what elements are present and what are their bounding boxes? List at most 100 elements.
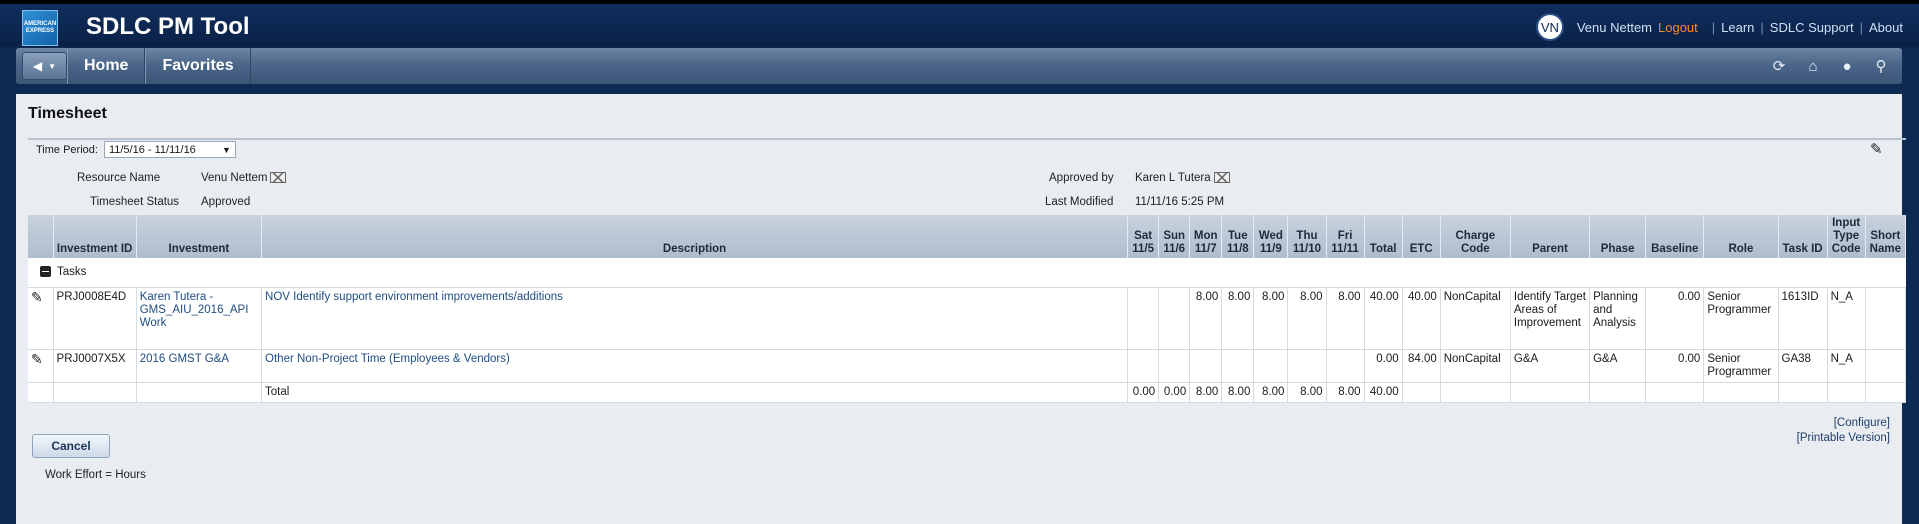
col-thu: Thu 11/10 xyxy=(1287,215,1327,258)
col-etc[interactable]: ETC xyxy=(1402,215,1441,258)
col-wed: Wed 11/9 xyxy=(1253,215,1289,258)
nav-favorites[interactable]: Favorites xyxy=(145,48,251,84)
input-type-code-cell: N_A xyxy=(1827,349,1866,383)
role-cell: Senior Programmer xyxy=(1703,287,1779,350)
back-button[interactable]: ◀ ▼ xyxy=(22,52,67,80)
investment-link[interactable]: Karen Tutera - GMS_AIU_2016_API Work xyxy=(136,287,263,350)
wed-cell: 8.00 xyxy=(1253,287,1289,350)
tasks-group-label: Tasks xyxy=(57,265,87,278)
tasks-group-cell: Tasks xyxy=(28,258,1906,288)
col-charge-code[interactable]: Charge Code xyxy=(1440,215,1511,258)
totals-empty-cell xyxy=(1402,382,1441,403)
col-description[interactable]: Description xyxy=(261,215,1129,258)
link-separator: | xyxy=(1760,19,1764,35)
col-input-type-code[interactable]: Input Type Code xyxy=(1827,215,1866,258)
sdlc-support-link[interactable]: SDLC Support xyxy=(1770,20,1854,35)
mail-icon[interactable] xyxy=(1213,172,1230,184)
timesheet-status-label: Timesheet Status xyxy=(90,196,180,208)
link-separator: | xyxy=(1859,19,1864,35)
description-link[interactable]: NOV Identify support environment improve… xyxy=(261,287,1129,350)
table-row: ✎ PRJ0007X5X 2016 GMST G&A Other Non-Pro… xyxy=(28,349,1907,383)
col-short-name[interactable]: Short Name xyxy=(1865,215,1907,258)
total-cell: 40.00 xyxy=(1364,287,1403,350)
edit-row-icon[interactable]: ✎ xyxy=(31,289,43,305)
resource-name-label: Resource Name xyxy=(77,172,161,184)
col-investment[interactable]: Investment xyxy=(136,215,263,258)
col-mon: Mon 11/7 xyxy=(1189,215,1223,258)
totals-empty-cell xyxy=(28,382,54,403)
nav-bar-inner: ◀ ▼ Home Favorites ⟳ ⌂ ● ⚲ xyxy=(16,48,1902,84)
col-edit xyxy=(28,215,54,258)
sun-cell xyxy=(1158,287,1191,350)
about-link[interactable]: About xyxy=(1869,20,1903,35)
mail-icon[interactable] xyxy=(270,172,287,184)
mon-cell: 8.00 xyxy=(1189,287,1223,350)
timesheet-table: Investment ID Investment Description Sat… xyxy=(28,215,1907,403)
totals-empty-cell xyxy=(1510,382,1591,403)
collapse-icon[interactable] xyxy=(40,266,51,278)
task-id-cell: 1613ID xyxy=(1778,287,1828,350)
col-sat: Sat 11/5 xyxy=(1127,215,1160,258)
nav-home[interactable]: Home xyxy=(67,48,146,84)
user-avatar[interactable]: VN xyxy=(1535,13,1564,41)
top-header: AMERICAN EXPRESS SDLC PM Tool VN Venu Ne… xyxy=(0,0,1919,47)
work-effort-note: Work Effort = Hours xyxy=(45,469,146,481)
sun-cell xyxy=(1158,349,1191,383)
home-icon[interactable]: ⌂ xyxy=(1802,55,1824,77)
investment-link[interactable]: 2016 GMST G&A xyxy=(136,349,263,383)
approved-by-label: Approved by xyxy=(1049,172,1114,184)
time-period-select[interactable]: 11/5/16 - 11/11/16 ▼ xyxy=(103,141,236,158)
col-task-id[interactable]: Task ID xyxy=(1778,215,1828,258)
investment-id-cell: PRJ0007X5X xyxy=(53,349,137,383)
chevron-down-icon[interactable]: ▼ xyxy=(48,62,56,71)
totals-empty-cell xyxy=(1865,382,1907,403)
row-edit-cell: ✎ xyxy=(28,287,54,350)
sat-cell xyxy=(1127,349,1160,383)
col-phase[interactable]: Phase xyxy=(1589,215,1647,258)
footer-links: [Configure] [Printable Version] xyxy=(1797,416,1890,446)
tasks-group-row: Tasks xyxy=(28,258,1906,288)
short-name-cell xyxy=(1865,287,1907,350)
total-sat: 0.00 xyxy=(1127,382,1160,403)
col-role[interactable]: Role xyxy=(1703,215,1779,258)
col-investment-id[interactable]: Investment ID xyxy=(53,215,137,258)
edit-notes-icon[interactable]: ✎ xyxy=(1870,140,1888,158)
total-fri: 8.00 xyxy=(1326,382,1365,403)
totals-empty-cell xyxy=(1440,382,1511,403)
link-separator: | xyxy=(1711,19,1716,35)
col-sun: Sun 11/6 xyxy=(1158,215,1191,258)
wed-cell xyxy=(1253,349,1289,383)
nav-bar: ◀ ▼ Home Favorites ⟳ ⌂ ● ⚲ xyxy=(0,47,1919,90)
refresh-icon[interactable]: ⟳ xyxy=(1768,55,1790,77)
col-baseline[interactable]: Baseline xyxy=(1645,215,1705,258)
charge-code-cell: NonCapital xyxy=(1440,287,1511,350)
totals-empty-cell xyxy=(1827,382,1866,403)
col-fri: Fri 11/11 xyxy=(1326,215,1365,258)
totals-label: Total xyxy=(261,382,1129,403)
help-icon[interactable]: ● xyxy=(1836,55,1858,77)
approved-by-value-wrap: Karen L Tutera xyxy=(1135,172,1230,184)
edit-row-icon[interactable]: ✎ xyxy=(31,351,43,367)
total-tue: 8.00 xyxy=(1221,382,1255,403)
tue-cell xyxy=(1221,349,1255,383)
description-link[interactable]: Other Non-Project Time (Employees & Vend… xyxy=(261,349,1129,383)
input-type-code-cell: N_A xyxy=(1827,287,1866,350)
timesheet-panel: Timesheet Time Period: 11/5/16 - 11/11/1… xyxy=(16,94,1907,524)
printable-version-link[interactable]: [Printable Version] xyxy=(1797,431,1890,446)
etc-cell: 84.00 xyxy=(1402,349,1441,383)
cancel-button[interactable]: Cancel xyxy=(32,434,110,458)
role-cell: Senior Programmer xyxy=(1703,349,1779,383)
configure-link[interactable]: [Configure] xyxy=(1797,416,1890,431)
logout-link[interactable]: Logout xyxy=(1658,20,1698,35)
totals-empty-cell xyxy=(1645,382,1705,403)
fri-cell: 8.00 xyxy=(1326,287,1365,350)
parent-cell: Identify Target Areas of Improvement xyxy=(1510,287,1591,350)
phase-cell: Planning and Analysis xyxy=(1589,287,1647,350)
search-icon[interactable]: ⚲ xyxy=(1870,55,1892,77)
last-modified-label: Last Modified xyxy=(1045,196,1114,208)
learn-link[interactable]: Learn xyxy=(1721,20,1754,35)
time-period-label: Time Period: xyxy=(36,143,98,156)
short-name-cell xyxy=(1865,349,1907,383)
col-parent[interactable]: Parent xyxy=(1510,215,1591,258)
mon-cell xyxy=(1189,349,1223,383)
